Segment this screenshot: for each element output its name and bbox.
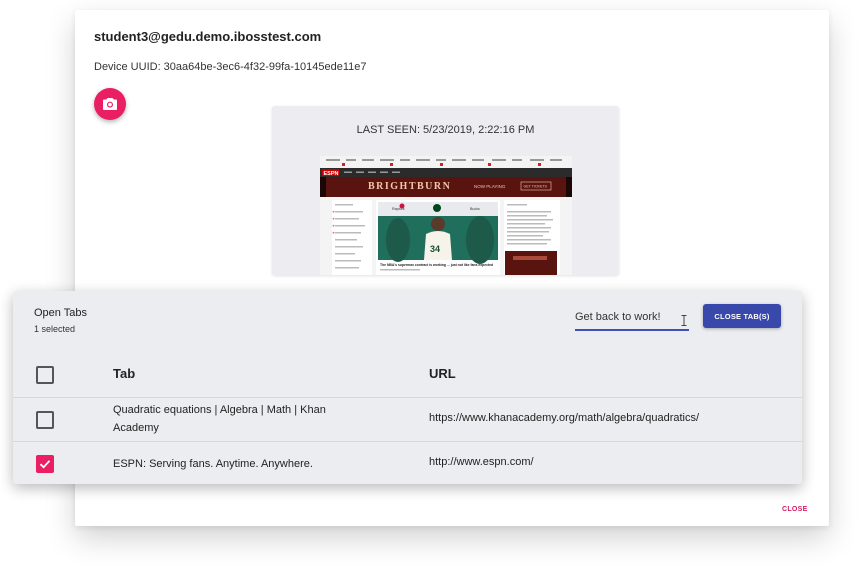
screenshot-button[interactable]	[94, 88, 126, 120]
last-seen-label: LAST SEEN: 5/23/2019, 2:22:16 PM	[356, 124, 535, 136]
screenshot-thumbnail: ESPN BRIGHTBURN NOW PLAYING GET TICKETS …	[320, 156, 572, 275]
ad-tagline: NOW PLAYING	[474, 184, 506, 189]
espn-page-thumbnail: ESPN BRIGHTBURN NOW PLAYING GET TICKETS …	[320, 156, 572, 275]
row-checkbox[interactable]	[36, 455, 54, 473]
column-header-tab: Tab	[113, 366, 136, 381]
ad-headline: BRIGHTBURN	[368, 181, 451, 192]
message-input[interactable]	[575, 307, 689, 331]
tab-url-cell: http://www.espn.com/	[429, 456, 534, 468]
open-tabs-panel: Open Tabs 1 selected CLOSE TAB(S) Tab UR…	[13, 291, 802, 484]
bucks-label: Bucks	[470, 207, 480, 211]
last-screenshot-panel: LAST SEEN: 5/23/2019, 2:22:16 PM ESPN BR…	[272, 106, 619, 275]
tab-title-cell: ESPN: Serving fans. Anytime. Anywhere.	[113, 458, 313, 470]
tab-url-cell: https://www.khanacademy.org/math/algebra…	[429, 412, 700, 424]
column-header-url: URL	[429, 366, 456, 381]
tab-title-cell: Quadratic equations | Algebra | Math | K…	[113, 404, 326, 434]
close-dialog-button[interactable]: CLOSE	[782, 506, 808, 513]
table-row[interactable]: ESPN: Serving fans. Anytime. Anywhere. h…	[13, 441, 802, 485]
device-uuid: Device UUID: 30aa64be-3ec6-4f32-99fa-101…	[94, 61, 367, 73]
row-checkbox[interactable]	[36, 411, 54, 429]
table-header: Tab URL	[13, 351, 802, 397]
article-headline: The NBA's supermax contract is working .…	[380, 263, 493, 267]
camera-icon	[103, 98, 117, 110]
close-tabs-button[interactable]: CLOSE TAB(S)	[703, 304, 781, 328]
text-cursor-icon	[681, 315, 687, 326]
device-email: student3@gedu.demo.ibosstest.com	[94, 29, 322, 44]
espn-logo: ESPN	[324, 171, 339, 177]
open-tabs-title: Open Tabs	[34, 307, 88, 319]
ad-button: GET TICKETS	[524, 185, 548, 189]
jersey-number: 34	[430, 244, 440, 254]
checkmark-icon	[39, 460, 51, 469]
selected-count: 1 selected	[34, 324, 76, 334]
table-row[interactable]: Quadratic equations | Algebra | Math | K…	[13, 397, 802, 441]
select-all-checkbox[interactable]	[36, 366, 54, 384]
